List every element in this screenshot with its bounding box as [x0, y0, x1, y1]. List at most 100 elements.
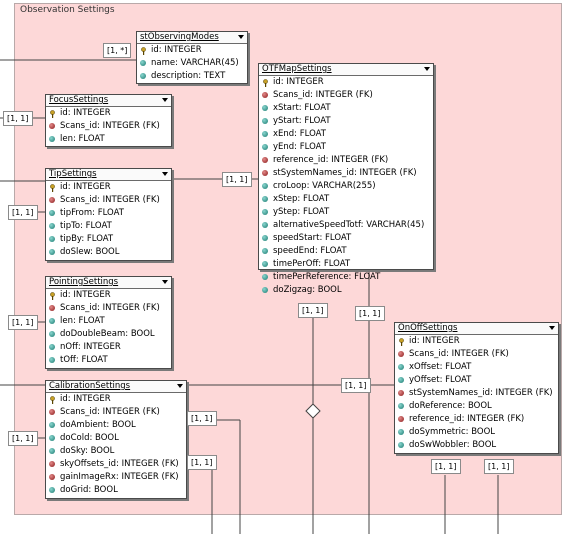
column-row: tipTo: FLOAT — [46, 220, 171, 233]
teal-dot-icon — [262, 209, 268, 215]
column-row: doDoubleBeam: BOOL — [46, 328, 171, 341]
teal-dot-icon — [398, 442, 404, 448]
teal-dot-icon — [262, 274, 268, 280]
red-dot-icon — [49, 461, 55, 467]
teal-dot-icon — [262, 183, 268, 189]
column-row: timePerOff: FLOAT — [259, 258, 433, 271]
column-row: stSystemNames_id: INTEGER (FK) — [259, 167, 433, 180]
key-icon — [50, 110, 55, 118]
column-row: skyOffsets_id: INTEGER (FK) — [46, 458, 186, 471]
teal-dot-icon — [262, 235, 268, 241]
red-dot-icon — [262, 157, 268, 163]
teal-dot-icon — [49, 435, 55, 441]
table-title: CalibrationSettings — [49, 381, 131, 391]
cardinality-label: [1, 1] — [341, 378, 371, 393]
dropdown-arrow-icon[interactable] — [424, 67, 430, 71]
cardinality-label: [1, 1] — [8, 205, 38, 220]
cardinality-label: [1, 1] — [187, 455, 217, 470]
column-row: id: INTEGER — [259, 76, 433, 89]
dropdown-arrow-icon[interactable] — [162, 98, 168, 102]
table-pointingsettings[interactable]: PointingSettings id: INTEGER Scans_id: I… — [45, 276, 172, 369]
teal-dot-icon — [262, 248, 268, 254]
column-row: doCold: BOOL — [46, 432, 186, 445]
column-row: description: TEXT — [137, 70, 247, 83]
column-row: tipBy: FLOAT — [46, 233, 171, 246]
cardinality-label: [1, 1] — [8, 315, 38, 330]
cardinality-label: [1, 1] — [355, 306, 385, 321]
dropdown-arrow-icon[interactable] — [162, 280, 168, 284]
teal-dot-icon — [49, 448, 55, 454]
cardinality-label: [1, 1] — [431, 459, 461, 474]
red-dot-icon — [49, 474, 55, 480]
cardinality-label: [1, 1] — [187, 411, 217, 426]
table-tipsettings[interactable]: TipSettings id: INTEGER Scans_id: INTEGE… — [45, 168, 172, 261]
teal-dot-icon — [49, 422, 55, 428]
table-title: PointingSettings — [49, 277, 119, 287]
cardinality-label: [1, *] — [103, 43, 132, 58]
column-row: doSky: BOOL — [46, 445, 186, 458]
column-row: doAmbient: BOOL — [46, 419, 186, 432]
table-title: stObservingModes — [140, 32, 219, 42]
teal-dot-icon — [49, 223, 55, 229]
red-dot-icon — [262, 92, 268, 98]
cardinality-label: [1, 1] — [484, 459, 514, 474]
table-calibrationsettings[interactable]: CalibrationSettings id: INTEGER Scans_id… — [45, 380, 187, 499]
teal-dot-icon — [262, 261, 268, 267]
column-row: Scans_id: INTEGER (FK) — [46, 120, 171, 133]
table-otfmapsettings[interactable]: OTFMapSettings id: INTEGER Scans_id: INT… — [258, 63, 434, 295]
column-row: id: INTEGER — [395, 335, 558, 348]
table-title: OnOffSettings — [398, 323, 458, 333]
cardinality-label: [1, 1] — [3, 111, 33, 126]
column-row: id: INTEGER — [46, 289, 171, 302]
column-row: Scans_id: INTEGER (FK) — [46, 302, 171, 315]
teal-dot-icon — [49, 136, 55, 142]
column-row: reference_id: INTEGER (FK) — [395, 413, 558, 426]
column-row: name: VARCHAR(45) — [137, 57, 247, 70]
red-dot-icon — [398, 416, 404, 422]
dropdown-arrow-icon[interactable] — [549, 326, 555, 330]
teal-dot-icon — [49, 344, 55, 350]
column-row: doReference: BOOL — [395, 400, 558, 413]
dropdown-arrow-icon[interactable] — [162, 172, 168, 176]
column-row: Scans_id: INTEGER (FK) — [46, 406, 186, 419]
dropdown-arrow-icon[interactable] — [177, 384, 183, 388]
table-title: TipSettings — [49, 169, 97, 179]
column-row: croLoop: VARCHAR(255) — [259, 180, 433, 193]
column-row: len: FLOAT — [46, 133, 171, 146]
teal-dot-icon — [140, 73, 146, 79]
column-row: xStart: FLOAT — [259, 102, 433, 115]
teal-dot-icon — [262, 131, 268, 137]
red-dot-icon — [49, 123, 55, 129]
column-row: doSwWobbler: BOOL — [395, 439, 558, 452]
column-row: xEnd: FLOAT — [259, 128, 433, 141]
teal-dot-icon — [262, 144, 268, 150]
column-row: Scans_id: INTEGER (FK) — [395, 348, 558, 361]
column-row: tOff: FLOAT — [46, 354, 171, 367]
column-row: gainImageRx: INTEGER (FK) — [46, 471, 186, 484]
teal-dot-icon — [49, 210, 55, 216]
column-row: alternativeSpeedTotf: VARCHAR(45) — [259, 219, 433, 232]
teal-dot-icon — [262, 222, 268, 228]
column-row: speedStart: FLOAT — [259, 232, 433, 245]
red-dot-icon — [398, 390, 404, 396]
table-onoffsettings[interactable]: OnOffSettings id: INTEGER Scans_id: INTE… — [394, 322, 559, 454]
teal-dot-icon — [49, 487, 55, 493]
column-row: yStep: FLOAT — [259, 206, 433, 219]
column-row: doSymmetric: BOOL — [395, 426, 558, 439]
column-row: Scans_id: INTEGER (FK) — [46, 194, 171, 207]
column-row: reference_id: INTEGER (FK) — [259, 154, 433, 167]
table-title: FocusSettings — [49, 95, 109, 105]
table-stobservingmodes[interactable]: stObservingModes id: INTEGER name: VARCH… — [136, 31, 248, 84]
red-dot-icon — [49, 305, 55, 311]
column-row: doGrid: BOOL — [46, 484, 186, 497]
table-focussettings[interactable]: FocusSettings id: INTEGER Scans_id: INTE… — [45, 94, 172, 147]
column-row: stSystemNames_id: INTEGER (FK) — [395, 387, 558, 400]
dropdown-arrow-icon[interactable] — [238, 35, 244, 39]
teal-dot-icon — [262, 196, 268, 202]
column-row: id: INTEGER — [46, 181, 171, 194]
key-icon — [50, 396, 55, 404]
cardinality-label: [1, 1] — [8, 431, 38, 446]
red-dot-icon — [49, 197, 55, 203]
diagram-canvas: Observation Settings stObservingModes id… — [0, 0, 562, 534]
column-row: doSlew: BOOL — [46, 246, 171, 259]
